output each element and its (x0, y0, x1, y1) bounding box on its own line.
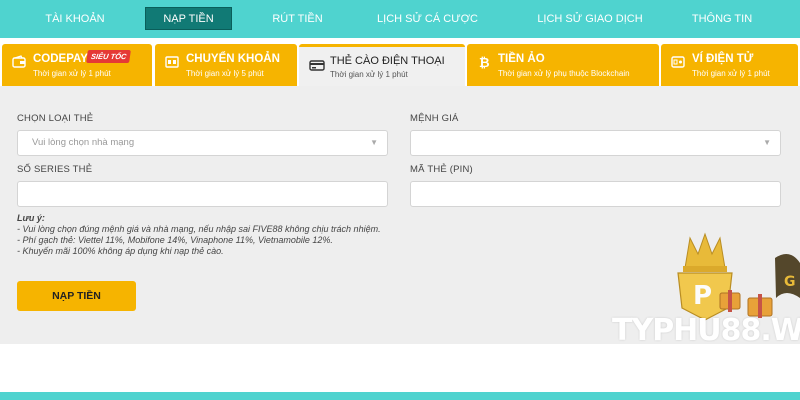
note-block: Lưu ý: - Vui lòng chọn đúng mệnh giá và … (17, 213, 381, 257)
wallet-icon (12, 55, 26, 69)
tab-ewallet[interactable]: VÍ ĐIỆN TỬ Thời gian xử lý 1 phút (661, 44, 798, 86)
note-line: - Vui lòng chọn đúng mệnh giá và nhà mạn… (17, 224, 381, 234)
tab-subtitle: Thời gian xử lý 1 phút (33, 69, 111, 78)
note-heading: Lưu ý: (17, 213, 45, 223)
chevron-down-icon: ▼ (370, 138, 378, 147)
svg-text:G: G (784, 274, 796, 290)
chevron-down-icon: ▼ (763, 138, 771, 147)
nav-item-transaction-history[interactable]: LỊCH SỬ GIAO DỊCH (520, 0, 660, 38)
bitcoin-icon: ₿ (477, 55, 491, 71)
nav-item-deposit[interactable]: NẠP TIỀN (145, 7, 232, 30)
tab-title: VÍ ĐIỆN TỬ (692, 53, 754, 65)
tab-title: CODEPAY (33, 53, 88, 65)
nav-item-withdraw[interactable]: RÚT TIỀN (250, 0, 345, 38)
ewallet-icon (671, 55, 685, 69)
pin-label: MÃ THẺ (PIN) (410, 164, 473, 175)
svg-text:P: P (693, 281, 712, 311)
note-line: - Phí gạch thẻ: Viettel 11%, Mobifone 14… (17, 235, 333, 245)
card-type-label: CHỌN LOẠI THẺ (17, 113, 94, 124)
tab-crypto[interactable]: ₿ TIỀN ẢO Thời gian xử lý phụ thuộc Bloc… (467, 44, 659, 86)
nav-item-bet-history[interactable]: LỊCH SỬ CÁ CƯỢC (365, 0, 490, 38)
watermark-text: TYPHU88.WIN (612, 313, 800, 348)
footer-bar (0, 392, 800, 400)
tab-title: THẺ CÀO ĐIỆN THOẠI (330, 55, 445, 67)
svg-text:₿: ₿ (479, 56, 490, 69)
tab-codepay[interactable]: CODEPAY SIÊU TỐC Thời gian xử lý 1 phút (2, 44, 152, 86)
tab-subtitle: Thời gian xử lý phụ thuộc Blockchain (498, 69, 630, 78)
serial-input[interactable] (17, 181, 388, 207)
submit-deposit-button[interactable]: NẠP TIỀN (17, 281, 136, 311)
tab-bank-transfer[interactable]: CHUYỂN KHOẢN Thời gian xử lý 5 phút (155, 44, 297, 86)
card-type-select[interactable]: Vui lòng chọn nhà mạng ▼ (17, 130, 388, 156)
tab-subtitle: Thời gian xử lý 1 phút (330, 70, 408, 79)
pin-input[interactable] (410, 181, 781, 207)
denomination-select[interactable]: ▼ (410, 130, 781, 156)
tab-subtitle: Thời gian xử lý 5 phút (186, 69, 264, 78)
tab-title: TIỀN ẢO (498, 53, 545, 65)
nav-item-info[interactable]: THÔNG TIN (672, 0, 772, 38)
tab-title: CHUYỂN KHOẢN (186, 53, 280, 65)
tab-subtitle: Thời gian xử lý 1 phút (692, 69, 770, 78)
denomination-label: MỆNH GIÁ (410, 113, 459, 124)
note-line: - Khuyến mãi 100% không áp dụng khi nạp … (17, 246, 224, 256)
speed-badge: SIÊU TỐC (86, 50, 132, 63)
nav-item-account[interactable]: TÀI KHOẢN (20, 0, 130, 38)
card-icon (309, 58, 325, 72)
tab-phone-card[interactable]: THẺ CÀO ĐIỆN THOẠI Thời gian xử lý 1 phú… (299, 44, 465, 86)
bank-icon (165, 55, 179, 69)
serial-label: SỐ SERIES THẺ (17, 164, 93, 175)
card-type-placeholder: Vui lòng chọn nhà mạng (32, 137, 135, 148)
top-nav: TÀI KHOẢN NẠP TIỀN RÚT TIỀN LỊCH SỬ CÁ C… (0, 0, 800, 38)
